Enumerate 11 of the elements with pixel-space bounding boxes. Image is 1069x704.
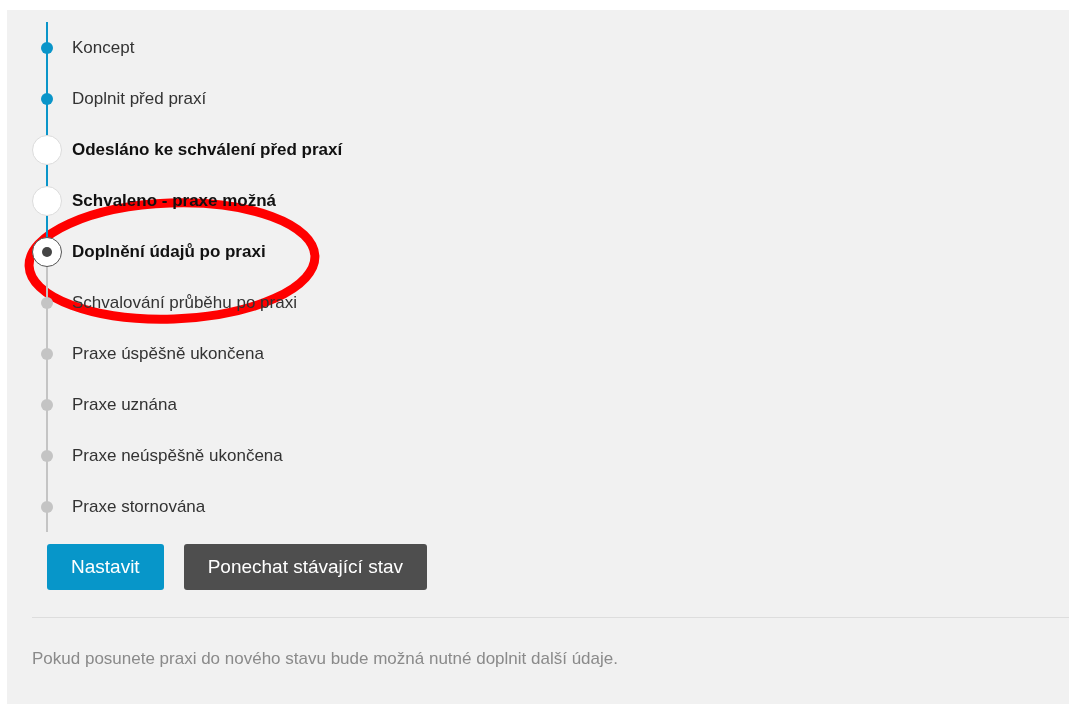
step-label: Praxe neúspěšně ukončena [72,444,283,467]
step-label: Praxe úspěšně ukončena [72,342,264,365]
info-note: Pokud posunete praxi do nového stavu bude možná nutné doplnit další údaje. [32,648,619,670]
step-label: Odesláno ke schválení před praxí [72,138,343,161]
step-label: Doplnit před praxí [72,87,207,110]
keep-state-button[interactable]: Ponechat stávající stav [183,544,428,590]
radio-button[interactable] [32,236,62,267]
step-label: Koncept [72,36,135,59]
step-label: Doplnění údajů po praxi [72,240,266,263]
step-label: Praxe uznána [72,393,177,416]
step-label: Praxe stornována [72,495,206,518]
